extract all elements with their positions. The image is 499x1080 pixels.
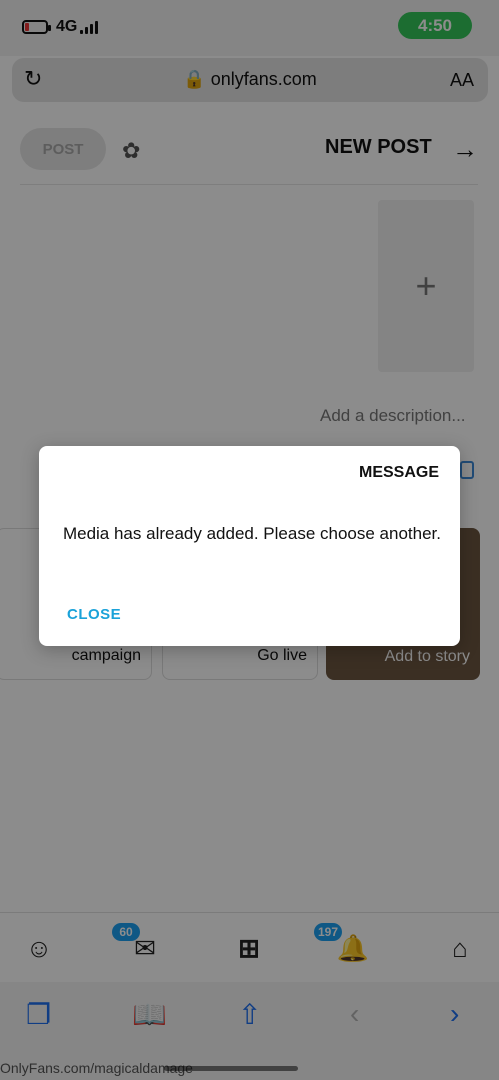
close-button[interactable]: CLOSE [67,606,121,623]
dialog-message: Media has already added. Please choose a… [62,524,441,543]
dialog-title: MESSAGE [358,464,439,481]
message-dialog: MESSAGE Media has already added. Please … [39,446,460,646]
